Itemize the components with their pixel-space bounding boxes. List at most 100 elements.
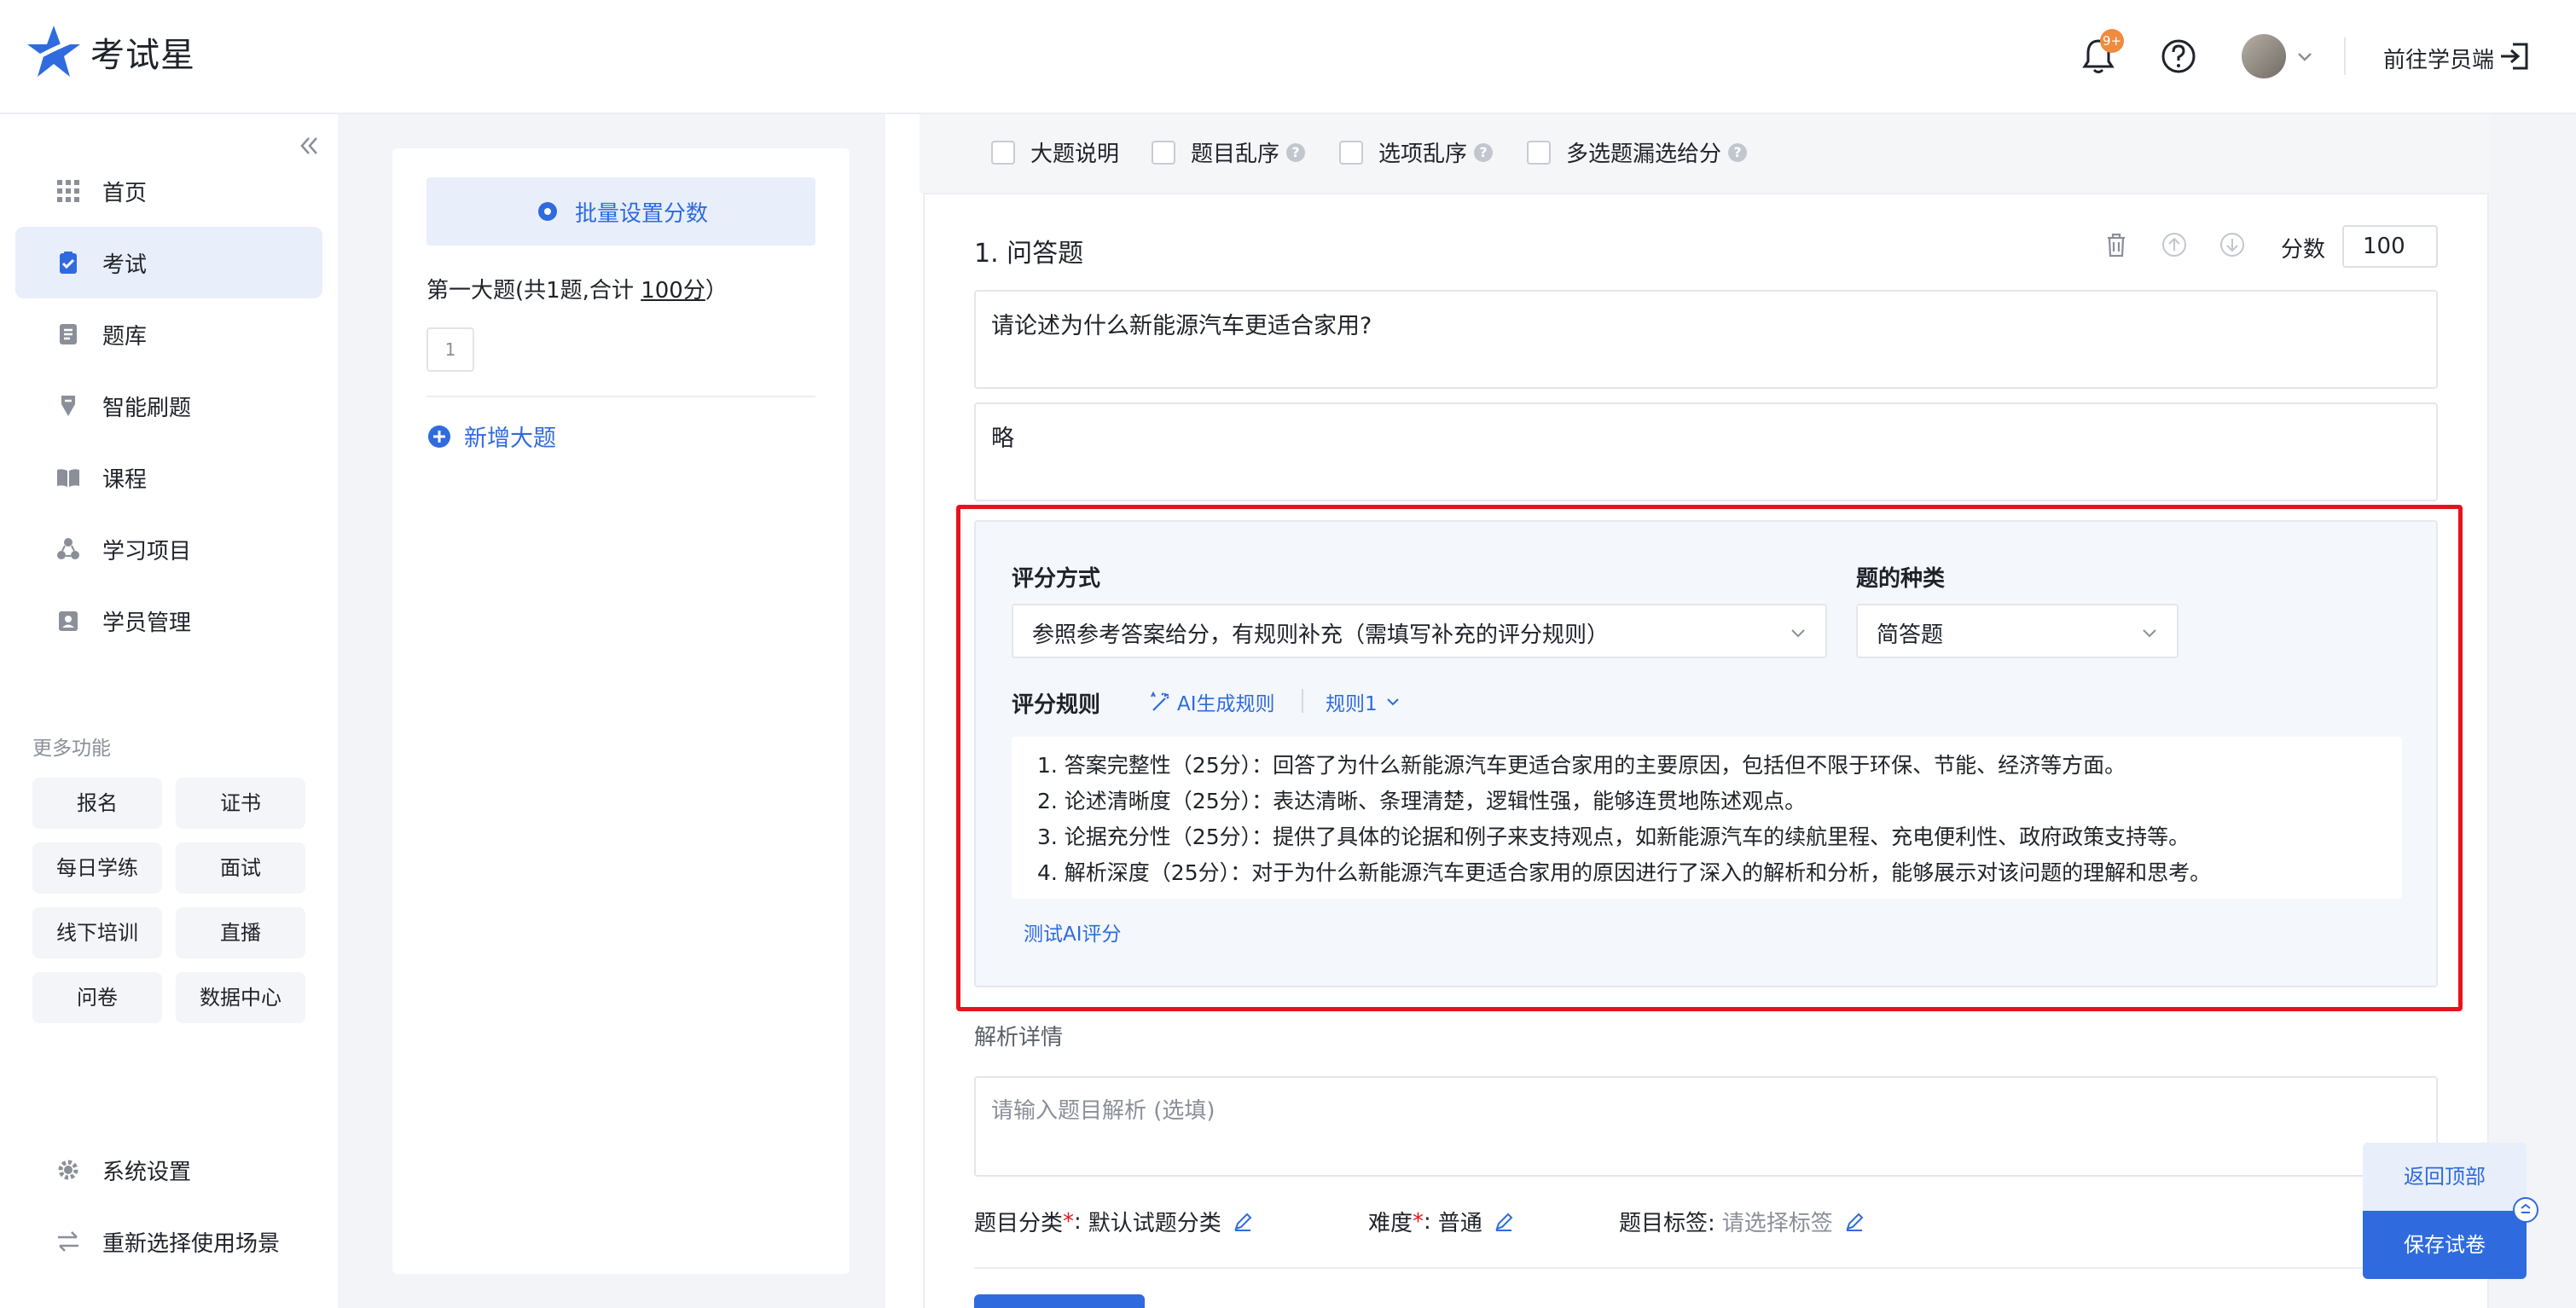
- student-id-icon: [59, 611, 78, 631]
- tags-placeholder: 请选择标签: [1721, 1211, 1833, 1236]
- more-data-center-button[interactable]: 数据中心: [176, 972, 305, 1023]
- analysis-title: 解析详情: [974, 1025, 1064, 1050]
- question-mark-icon[interactable]: ?: [1286, 142, 1306, 162]
- category-field: 题目分类 *: 默认试题分类: [974, 1206, 1254, 1237]
- more-offline-training-button[interactable]: 线下培训: [32, 907, 162, 958]
- top-header: 考试星 9+ 前往学员端: [0, 0, 2576, 114]
- sidebar-item-label: 首页: [102, 180, 148, 206]
- difficulty-value: 普通: [1437, 1211, 1482, 1236]
- more-certificate-button[interactable]: 证书: [176, 778, 305, 829]
- batch-score-button[interactable]: 批量设置分数: [426, 177, 815, 246]
- test-ai-scoring-button[interactable]: 测试AI评分: [1024, 917, 1122, 946]
- more-survey-button[interactable]: 问卷: [32, 972, 162, 1023]
- ai-generate-rules-button[interactable]: AI生成规则: [1148, 687, 1275, 716]
- add-section-label: 新增大题: [464, 425, 556, 452]
- swap-icon: [58, 1231, 78, 1252]
- divider: [974, 1267, 2438, 1269]
- question-type-value: 简答题: [1877, 622, 1944, 648]
- more-daily-practice-button[interactable]: 每日学练: [32, 842, 162, 894]
- section-options-bar: 大题说明 题目乱序 ? 选项乱序 ? 多选题漏选给分 ?: [920, 114, 2491, 193]
- scoring-method-label: 评分方式: [1012, 566, 1101, 592]
- sidebar-item-label: 题库: [102, 323, 148, 350]
- edit-pencil-icon[interactable]: [1843, 1211, 1865, 1233]
- question-type-label: 题的种类: [1856, 566, 1946, 592]
- scoring-rules-editor[interactable]: 1. 答案完整性（25分）：回答了为什么新能源汽车更适合家用的主要原因，包括但不…: [1012, 737, 2402, 899]
- ai-magic-icon: [1151, 691, 1169, 711]
- checkbox[interactable]: [1152, 140, 1175, 165]
- notification-badge: 9+: [2100, 29, 2124, 53]
- option-shuffle-questions[interactable]: 题目乱序 ?: [1152, 136, 1306, 168]
- logout-icon[interactable]: [2498, 39, 2532, 73]
- sidebar-item-label: 考试: [102, 252, 148, 278]
- reselect-scene-item[interactable]: 重新选择使用场景: [55, 1224, 280, 1259]
- chevron-double-icon: [2521, 1203, 2531, 1213]
- checkbox[interactable]: [1527, 140, 1551, 165]
- add-section-button[interactable]: 新增大题: [426, 420, 556, 453]
- system-settings-item[interactable]: 系统设置: [55, 1153, 191, 1187]
- more-register-button[interactable]: 报名: [32, 778, 162, 829]
- batch-score-label: 批量设置分数: [574, 200, 708, 227]
- grid-icon: [57, 180, 79, 202]
- sidebar-item-student-management[interactable]: 学员管理: [15, 585, 322, 657]
- more-live-button[interactable]: 直播: [176, 907, 305, 958]
- option-label: 题目乱序: [1191, 142, 1280, 167]
- colon: :: [1424, 1208, 1431, 1235]
- rule-line: 3. 论据充分性（25分）：提供了具体的论据和例子来支持观点，如新能源汽车的续航…: [1037, 825, 2190, 849]
- analysis-input[interactable]: 请输入题目解析 (选填): [974, 1076, 2438, 1177]
- cycle-icon: [57, 538, 79, 559]
- tags-label: 题目标签:: [1619, 1211, 1715, 1236]
- score-label: 分数: [2281, 237, 2326, 263]
- required-mark: *: [1413, 1208, 1424, 1235]
- option-shuffle-options[interactable]: 选项乱序 ?: [1339, 136, 1494, 168]
- app-logo[interactable]: 考试星: [26, 24, 195, 80]
- sidebar-item-smart-practice[interactable]: 智能刷题: [15, 370, 322, 442]
- list-doc-icon: [60, 324, 77, 344]
- option-label: 大题说明: [1030, 142, 1120, 167]
- sidebar-item-label: 学习项目: [102, 538, 192, 564]
- sidebar-item-exam[interactable]: 考试: [15, 227, 322, 298]
- pen-shield-icon: [61, 396, 75, 416]
- analysis-placeholder: 请输入题目解析 (选填): [991, 1098, 1215, 1124]
- partial-button[interactable]: [974, 1294, 1145, 1308]
- section-summary: 第一大题(共1题,合计 100分）: [426, 273, 728, 304]
- arrow-down-circle-icon[interactable]: [2218, 230, 2247, 259]
- option-partial-score[interactable]: 多选题漏选给分 ?: [1527, 136, 1748, 168]
- collapse-float-icon[interactable]: [2513, 1197, 2538, 1223]
- checkbox[interactable]: [1339, 140, 1363, 165]
- scoring-method-select[interactable]: 参照参考答案给分，有规则补充（需填写补充的评分规则）: [1012, 604, 1827, 658]
- chevron-down-icon[interactable]: [2295, 46, 2315, 67]
- gear-icon: [537, 202, 557, 221]
- question-mark-icon[interactable]: ?: [1728, 142, 1748, 162]
- section-total-score[interactable]: 100分: [641, 278, 705, 304]
- answer-editor[interactable]: 略: [974, 402, 2438, 501]
- sidebar-item-course[interactable]: 课程: [15, 442, 322, 513]
- difficulty-label: 难度: [1368, 1211, 1413, 1236]
- score-input[interactable]: 100: [2342, 225, 2438, 268]
- help-icon[interactable]: [2156, 34, 2201, 78]
- sidebar: 首页 考试 题库 智能刷题 课程 学习项目 学员管理 更多功能 报名 证书 每日…: [0, 114, 338, 1308]
- trash-icon[interactable]: [2102, 230, 2131, 259]
- question-number-chip[interactable]: 1: [426, 327, 474, 372]
- option-section-desc[interactable]: 大题说明: [991, 136, 1119, 168]
- sidebar-item-question-bank[interactable]: 题库: [15, 298, 322, 370]
- sidebar-item-home[interactable]: 首页: [15, 155, 322, 227]
- rule-version-select[interactable]: 规则1: [1326, 687, 1401, 716]
- header-divider: [2344, 38, 2346, 75]
- chevron-down-icon: [1791, 629, 1805, 638]
- question-stem-text: 请论述为什么新能源汽车更适合家用?: [991, 313, 1372, 339]
- question-mark-icon[interactable]: ?: [1474, 142, 1494, 162]
- go-student-link[interactable]: 前往学员端: [2383, 43, 2494, 74]
- edit-pencil-icon[interactable]: [1232, 1211, 1254, 1233]
- question-type-select[interactable]: 简答题: [1856, 604, 2179, 658]
- checkbox[interactable]: [991, 140, 1015, 165]
- option-label: 选项乱序: [1378, 142, 1468, 167]
- question-stem-editor[interactable]: 请论述为什么新能源汽车更适合家用?: [974, 290, 2438, 389]
- save-paper-button[interactable]: 保存试卷: [2363, 1211, 2527, 1279]
- more-interview-button[interactable]: 面试: [176, 842, 305, 894]
- edit-pencil-icon[interactable]: [1493, 1211, 1515, 1233]
- arrow-up-circle-icon[interactable]: [2160, 230, 2189, 259]
- outline-panel: 批量设置分数 第一大题(共1题,合计 100分） 1 新增大题: [392, 148, 850, 1274]
- user-avatar[interactable]: [2242, 34, 2286, 78]
- back-to-top-button[interactable]: 返回顶部: [2363, 1143, 2527, 1211]
- sidebar-item-learning-project[interactable]: 学习项目: [15, 513, 322, 585]
